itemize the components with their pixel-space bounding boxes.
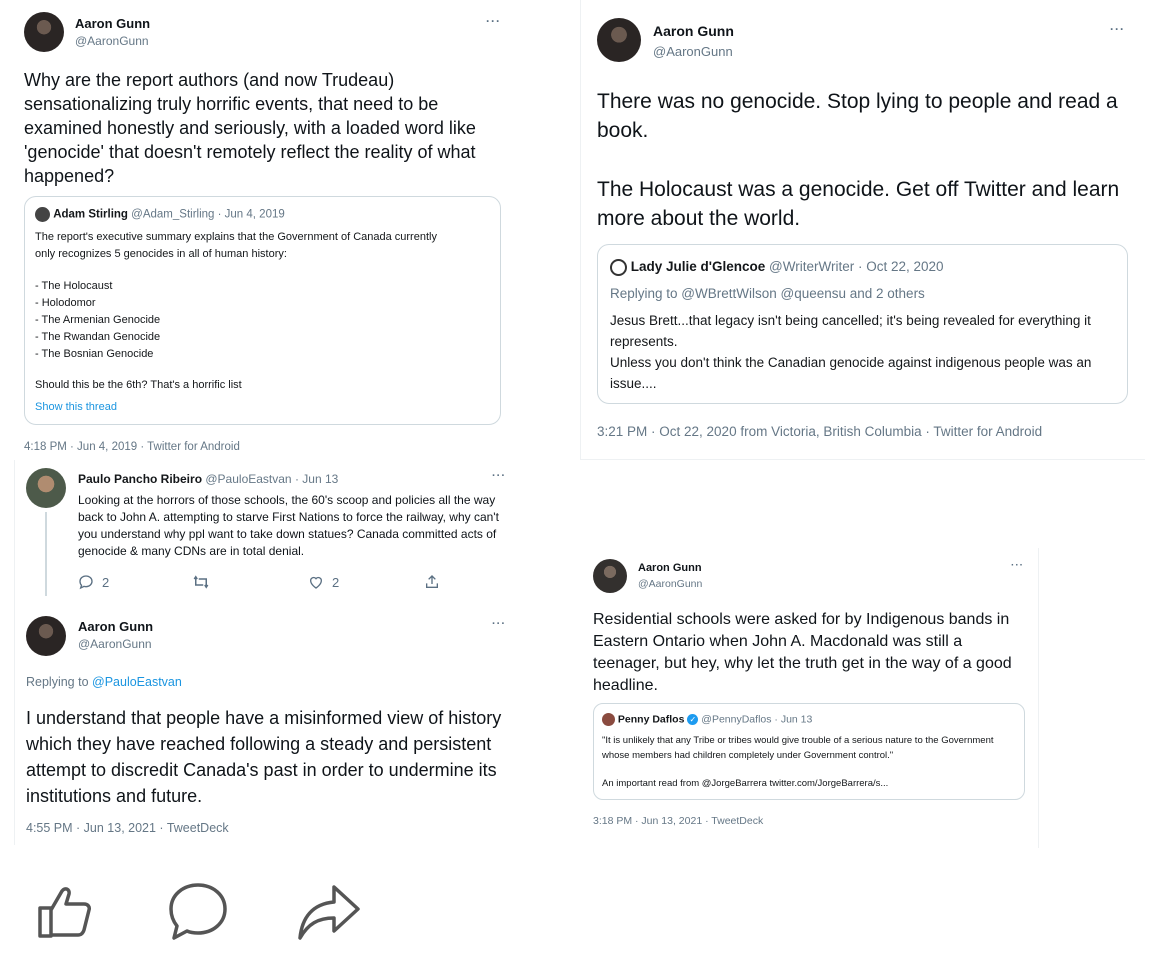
show-thread-link[interactable]: Show this thread	[35, 401, 117, 413]
author-name[interactable]: Aaron Gunn	[653, 23, 734, 39]
list-item: - Holodomor	[35, 297, 96, 309]
comment-icon	[79, 575, 93, 590]
share-icon[interactable]	[296, 882, 362, 942]
divider	[14, 460, 15, 845]
avatar	[602, 713, 615, 726]
list-item: - The Holocaust	[35, 280, 113, 292]
author-handle[interactable]: @AaronGunn	[75, 34, 149, 48]
quoted-text: An important read from @JorgeBarrera twi…	[602, 778, 889, 789]
reply-button[interactable]: 2	[78, 574, 109, 590]
tweet-text: Why are the report authors (and now Trud…	[24, 70, 476, 186]
tweet-text: Residential schools were asked for by In…	[593, 611, 1012, 694]
avatar[interactable]	[593, 559, 627, 593]
timestamp[interactable]: 4:18 PM · Jun 4, 2019 · Twitter for Andr…	[24, 441, 240, 453]
quoted-tweet[interactable]: Penny Daflos ✓ @PennyDaflos · Jun 13 "It…	[593, 703, 1025, 800]
quoted-author-name: Adam Stirling	[53, 208, 128, 221]
list-item: - The Armenian Genocide	[35, 314, 161, 326]
quoted-closing: Should this be the 6th? That's a horrifi…	[35, 379, 242, 391]
quoted-handle-date: @WriterWriter · Oct 22, 2020	[769, 259, 944, 275]
replying-to-label: Replying to	[26, 675, 93, 689]
more-options-icon[interactable]: ···	[1110, 22, 1125, 36]
tweet-text: I understand that people have a misinfor…	[26, 708, 502, 806]
timestamp[interactable]: 3:21 PM · Oct 22, 2020 from Victoria, Br…	[597, 424, 1042, 439]
quoted-text: Unless you don't think the Canadian geno…	[610, 355, 1092, 391]
retweet-icon	[193, 575, 209, 589]
verified-badge-icon: ✓	[687, 714, 699, 725]
more-options-icon[interactable]: ···	[492, 618, 506, 630]
more-options-icon[interactable]: ···	[1011, 560, 1024, 571]
divider	[580, 0, 581, 460]
genocide-list: - The Holocaust - Holodomor - The Armeni…	[35, 278, 160, 363]
thumbs-up-icon[interactable]	[36, 880, 98, 942]
like-count: 2	[332, 574, 340, 590]
heart-icon	[310, 576, 322, 589]
like-button[interactable]: 2	[308, 574, 339, 590]
list-item: - The Rwandan Genocide	[35, 331, 161, 343]
avatar[interactable]	[24, 12, 64, 52]
thread-line	[45, 512, 47, 596]
author-handle[interactable]: @AaronGunn	[78, 637, 152, 651]
author-name[interactable]: Aaron Gunn	[638, 562, 702, 574]
quoted-author-name: Penny Daflos	[617, 713, 685, 726]
reply-text: Looking at the horrors of those schools,…	[78, 493, 499, 558]
replying-to-link[interactable]: @PauloEastvan	[92, 675, 182, 689]
quoted-author-name: Lady Julie d'Glencoe	[630, 259, 766, 275]
divider	[580, 459, 1145, 460]
more-options-icon[interactable]: ···	[486, 14, 501, 28]
timestamp[interactable]: 3:18 PM · Jun 13, 2021 · TweetDeck	[593, 815, 763, 827]
avatar	[35, 207, 50, 222]
avatar[interactable]	[26, 468, 66, 508]
author-name[interactable]: Aaron Gunn	[78, 619, 153, 634]
retweet-button[interactable]	[192, 574, 210, 590]
author-handle[interactable]: @AaronGunn	[653, 44, 733, 59]
divider	[1038, 548, 1039, 848]
quoted-text: Jesus Brett...that legacy isn't being ca…	[610, 313, 1091, 349]
reply-author-name[interactable]: Paulo Pancho Ribeiro	[78, 472, 202, 486]
upload-icon	[426, 575, 438, 588]
quoted-text: The report's executive summary explains …	[35, 231, 437, 260]
author-handle[interactable]: @AaronGunn	[638, 578, 702, 590]
avatar[interactable]	[26, 616, 66, 656]
tweet-text: The Holocaust was a genocide. Get off Tw…	[597, 178, 1120, 230]
avatar	[610, 259, 627, 276]
quoted-tweet[interactable]: Adam Stirling @Adam_Stirling · Jun 4, 20…	[24, 196, 501, 425]
quoted-replying-to: Replying to @WBrettWilson @queensu and 2…	[610, 286, 925, 301]
reply-handle-date[interactable]: @PauloEastvan · Jun 13	[205, 472, 338, 486]
reply-count: 2	[102, 574, 110, 590]
quoted-handle-date: @PennyDaflos · Jun 13	[701, 713, 813, 726]
quoted-tweet[interactable]: Lady Julie d'Glencoe @WriterWriter · Oct…	[597, 244, 1128, 404]
share-button[interactable]	[424, 574, 440, 590]
timestamp[interactable]: 4:55 PM · Jun 13, 2021 · TweetDeck	[26, 821, 229, 835]
list-item: - The Bosnian Genocide	[35, 348, 154, 360]
quoted-text: "It is unlikely that any Tribe or tribes…	[602, 735, 994, 761]
author-name[interactable]: Aaron Gunn	[75, 16, 150, 31]
avatar[interactable]	[597, 18, 641, 62]
more-options-icon[interactable]: ···	[492, 470, 506, 482]
quoted-handle-date: @Adam_Stirling · Jun 4, 2019	[131, 208, 285, 221]
tweet-text: There was no genocide. Stop lying to peo…	[597, 90, 1118, 142]
comment-icon[interactable]	[166, 880, 230, 942]
